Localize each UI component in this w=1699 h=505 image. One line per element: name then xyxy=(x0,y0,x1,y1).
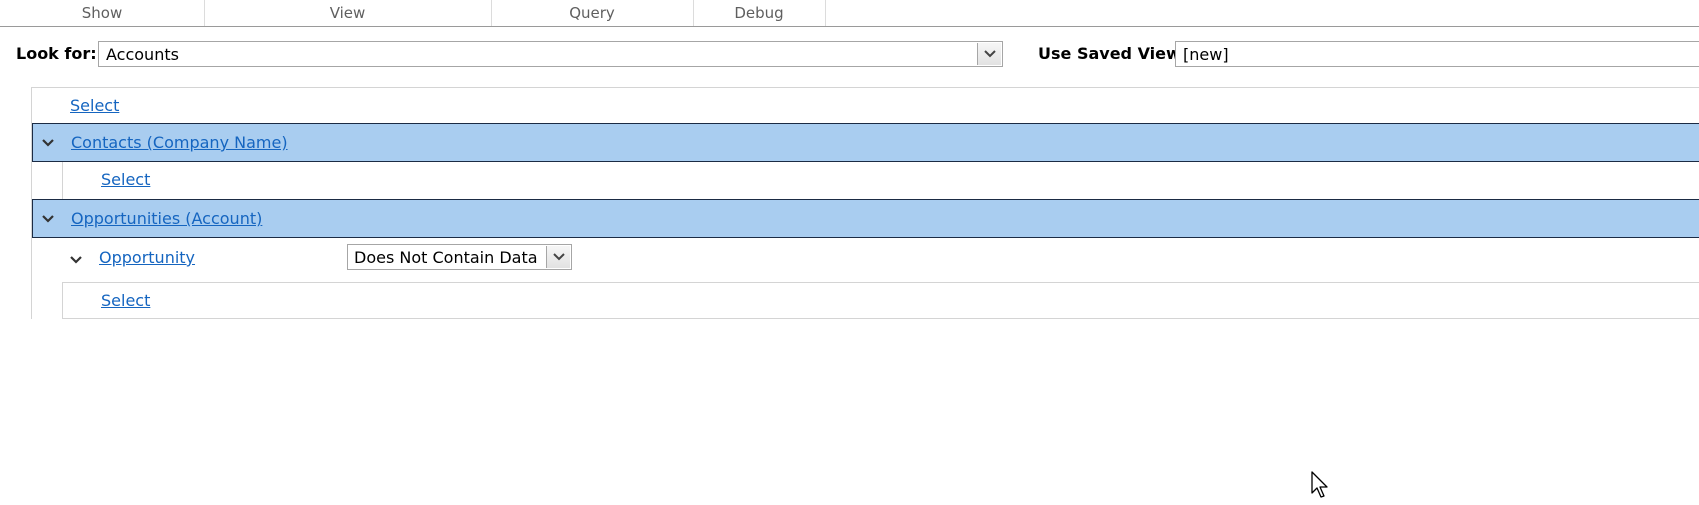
tree-row-relationship-contacts[interactable]: Contacts (Company Name) xyxy=(32,123,1699,162)
look-for-select[interactable]: Accounts xyxy=(98,41,1003,67)
saved-view-label: Use Saved View: xyxy=(1038,44,1188,63)
select-link-opportunities[interactable]: Select xyxy=(101,291,150,310)
collapse-chevron-icon[interactable] xyxy=(69,254,83,266)
query-tree: Select Contacts (Company Name) Select Op… xyxy=(31,87,1699,319)
ribbon-group-view[interactable]: View xyxy=(204,0,492,26)
condition-field-link[interactable]: Opportunity xyxy=(99,248,195,267)
chevron-down-icon[interactable] xyxy=(977,43,1001,65)
look-for-label: Look for: xyxy=(16,44,97,63)
collapse-chevron-icon[interactable] xyxy=(41,137,55,149)
select-link-contacts[interactable]: Select xyxy=(101,170,150,189)
tree-row-select-opportunities: Select xyxy=(62,282,1699,319)
condition-operator-value: Does Not Contain Data xyxy=(354,248,538,267)
collapse-chevron-icon[interactable] xyxy=(41,213,55,225)
tree-row-condition-opportunity: Opportunity Does Not Contain Data xyxy=(62,238,1699,282)
ribbon-group-bar: Show View Query Debug xyxy=(0,0,1699,27)
relationship-link-opportunities[interactable]: Opportunities (Account) xyxy=(71,209,262,228)
saved-view-select[interactable]: [new] xyxy=(1175,41,1699,67)
ribbon-group-show[interactable]: Show xyxy=(0,0,205,26)
advanced-find-window: Show View Query Debug Look for: Accounts… xyxy=(0,0,1699,505)
select-link-root[interactable]: Select xyxy=(70,96,119,115)
tree-row-relationship-opportunities[interactable]: Opportunities (Account) xyxy=(32,199,1699,238)
mouse-pointer-icon xyxy=(1311,471,1331,503)
relationship-link-contacts[interactable]: Contacts (Company Name) xyxy=(71,133,288,152)
ribbon-group-debug[interactable]: Debug xyxy=(693,0,826,26)
condition-operator-select[interactable]: Does Not Contain Data xyxy=(347,244,572,270)
tree-row-select-contacts: Select xyxy=(62,162,1699,199)
tree-row-select-root: Select xyxy=(32,87,1699,123)
saved-view-value: [new] xyxy=(1183,45,1229,64)
look-for-value: Accounts xyxy=(106,45,179,64)
ribbon-group-query[interactable]: Query xyxy=(491,0,694,26)
chevron-down-icon[interactable] xyxy=(546,246,570,268)
